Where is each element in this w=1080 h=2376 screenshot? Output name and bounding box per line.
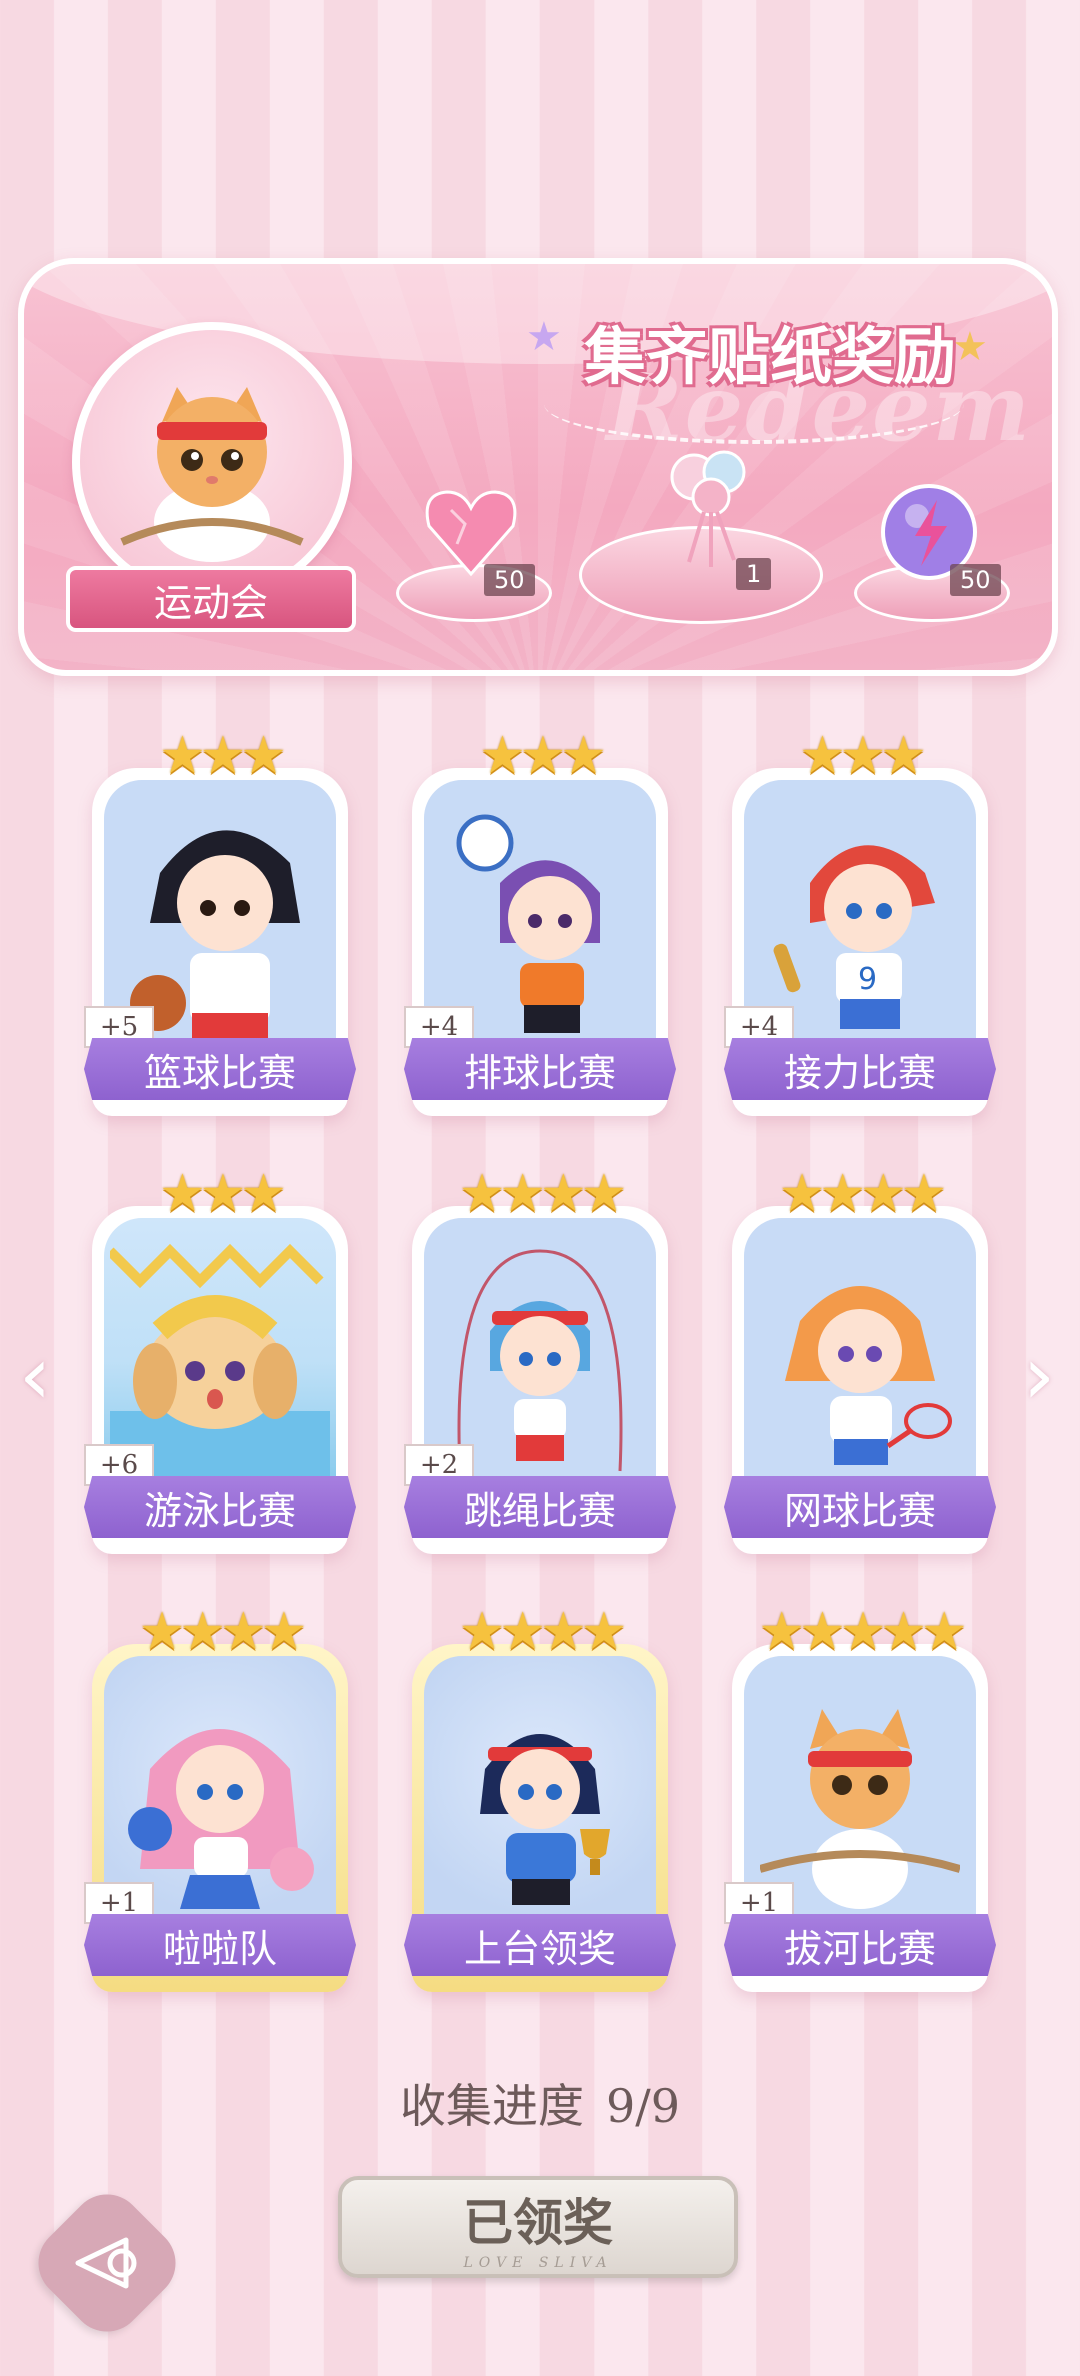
sticker-art bbox=[424, 1656, 656, 1942]
claimed-button-label: 已领奖 bbox=[463, 2193, 613, 2252]
sticker-label: 排球比赛 bbox=[404, 1038, 676, 1100]
svg-text:9: 9 bbox=[858, 962, 877, 997]
sticker-label: 接力比赛 bbox=[724, 1038, 996, 1100]
back-arrow-icon bbox=[75, 2237, 137, 2289]
sticker-card[interactable]: ★★★ +4 排球比赛 bbox=[404, 726, 676, 1116]
sticker-card[interactable]: ★★★★ 网球比赛 bbox=[724, 1164, 996, 1554]
star-rating: ★★★★ bbox=[778, 1164, 947, 1224]
tennis-girl-icon bbox=[785, 1286, 952, 1465]
next-page-arrow-icon[interactable]: › bbox=[1014, 1329, 1064, 1422]
star-rating: ★★★ bbox=[799, 726, 927, 786]
sticker-label: 篮球比赛 bbox=[84, 1038, 356, 1100]
back-button[interactable] bbox=[23, 2179, 191, 2347]
star-rating: ★★★★ bbox=[458, 1602, 627, 1662]
collection-progress: 收集进度 9/9 bbox=[0, 2070, 1080, 2136]
event-avatar bbox=[72, 322, 352, 602]
sticker-label: 啦啦队 bbox=[84, 1914, 356, 1976]
sticker-label: 网球比赛 bbox=[724, 1476, 996, 1538]
sticker-label: 上台领奖 bbox=[404, 1914, 676, 1976]
claimed-button[interactable]: 已领奖 LOVE SLIVA bbox=[338, 2176, 738, 2278]
gold-star-icon: ★ bbox=[952, 324, 988, 370]
sticker-card[interactable]: ★★★ +6 游泳比赛 bbox=[84, 1164, 356, 1554]
sticker-card[interactable]: ★★★ 9 +4 接力比赛 bbox=[724, 726, 996, 1116]
star-rating: ★★★ bbox=[479, 726, 607, 786]
star-rating: ★★★★ bbox=[138, 1602, 307, 1662]
reward-quantity: 50 bbox=[950, 564, 1001, 596]
event-name-tag: 运动会 bbox=[66, 566, 356, 632]
sticker-label: 游泳比赛 bbox=[84, 1476, 356, 1538]
bouquet-icon[interactable] bbox=[644, 442, 774, 572]
claimed-button-sublabel: LOVE SLIVA bbox=[463, 2255, 613, 2271]
sticker-art bbox=[744, 1218, 976, 1504]
purple-star-icon: ★ bbox=[526, 314, 562, 360]
star-rating: ★★★ bbox=[159, 726, 287, 786]
award-winner-girl-icon bbox=[480, 1734, 610, 1905]
banner-title: 集齐贴纸奖励 bbox=[584, 320, 957, 393]
prev-page-arrow-icon[interactable]: ‹ bbox=[10, 1329, 60, 1422]
star-rating: ★★★★ bbox=[458, 1164, 627, 1224]
sticker-card[interactable]: ★★★ +5 篮球比赛 bbox=[84, 726, 356, 1116]
star-rating: ★★★ bbox=[159, 1164, 287, 1224]
progress-value: 9/9 bbox=[605, 2079, 681, 2133]
reward-banner: Redeem ★ ★ 集齐贴纸奖励 运动会 50 1 50 bbox=[18, 258, 1058, 676]
progress-label: 收集进度 bbox=[399, 2079, 584, 2133]
sticker-card[interactable]: ★★★★ +2 跳绳比赛 bbox=[404, 1164, 676, 1554]
sticker-label: 跳绳比赛 bbox=[404, 1476, 676, 1538]
sticker-card[interactable]: ★★★★★ +1 拔河比赛 bbox=[724, 1602, 996, 1992]
sticker-card[interactable]: ★★★★ +1 啦啦队 bbox=[84, 1602, 356, 1992]
reward-quantity: 50 bbox=[484, 564, 535, 596]
star-rating: ★★★★★ bbox=[758, 1602, 967, 1662]
sticker-label: 拔河比赛 bbox=[724, 1914, 996, 1976]
sticker-card[interactable]: ★★★★ 上台领奖 bbox=[404, 1602, 676, 1992]
cat-mascot-icon bbox=[120, 387, 304, 562]
reward-quantity: 1 bbox=[736, 558, 772, 590]
